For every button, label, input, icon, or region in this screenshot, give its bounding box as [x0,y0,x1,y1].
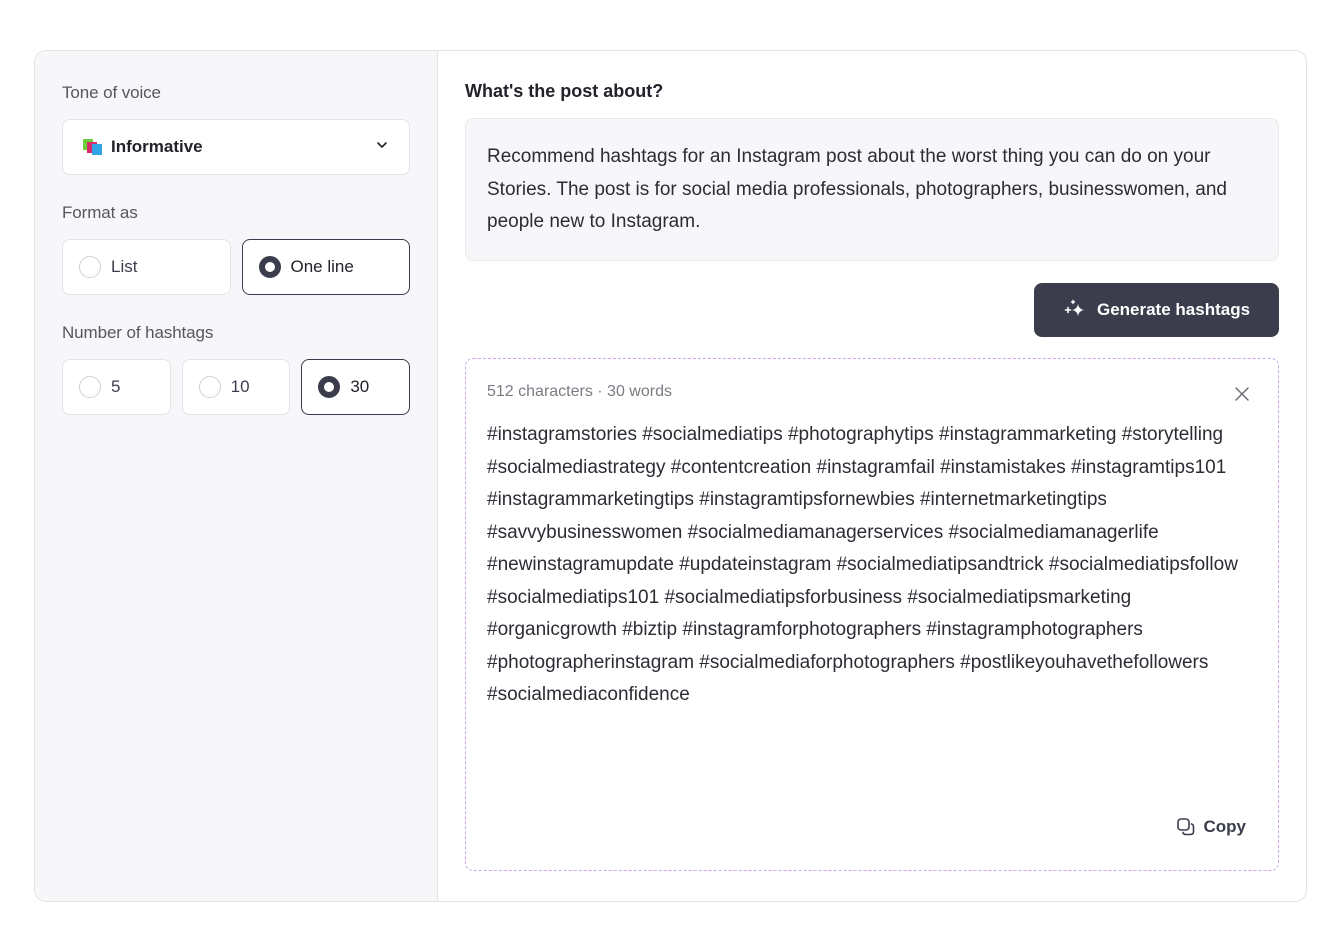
format-option-one-line[interactable]: One line [241,239,410,295]
books-icon [83,138,103,156]
format-option-label: List [111,257,138,276]
count-label: Number of hashtags [62,323,214,342]
radio-checked-icon [258,256,281,278]
radio-checked-icon [318,376,341,398]
radio-unchecked-icon [198,376,221,398]
sparkles-icon [1064,299,1084,316]
copy-icon [1176,818,1194,836]
close-icon[interactable] [1234,386,1250,402]
count-option-label: 30 [350,377,370,396]
format-option-list[interactable]: List [62,239,231,295]
tone-value: Informative [111,137,203,156]
count-option-10[interactable]: 10 [181,359,291,415]
result-box: 512 characters · 30 words #instagramstor… [465,358,1279,871]
format-radio-group: List One line [62,239,410,295]
count-radio-group: 5 10 30 [62,359,411,415]
count-option-label: 10 [230,377,250,396]
radio-unchecked-icon [79,376,101,398]
hashtag-generator-card: Tone of voice Informative Format as List… [34,50,1307,902]
result-stats: 512 characters · 30 words [487,383,672,400]
count-option-30[interactable]: 30 [301,359,411,415]
prompt-heading: What's the post about? [465,81,664,101]
generate-label: Generate hashtags [1096,300,1251,319]
radio-unchecked-icon [79,256,101,278]
hashtag-output: #instagramstories #socialmediatips #phot… [487,424,1238,705]
main-panel: What's the post about? Recommend hashtag… [438,51,1306,901]
copy-label: Copy [1203,817,1247,836]
copy-button[interactable]: Copy [1176,817,1247,837]
generate-hashtags-button[interactable]: Generate hashtags [1034,283,1279,337]
settings-panel: Tone of voice Informative Format as List… [35,51,438,901]
tone-select[interactable]: Informative [62,119,410,175]
format-option-label: One line [290,257,354,276]
tone-label: Tone of voice [62,83,161,102]
count-option-label: 5 [111,377,121,396]
chevron-down-icon [377,142,387,148]
prompt-input[interactable]: Recommend hashtags for an Instagram post… [465,118,1279,261]
count-option-5[interactable]: 5 [62,359,171,415]
format-label: Format as [62,203,138,222]
